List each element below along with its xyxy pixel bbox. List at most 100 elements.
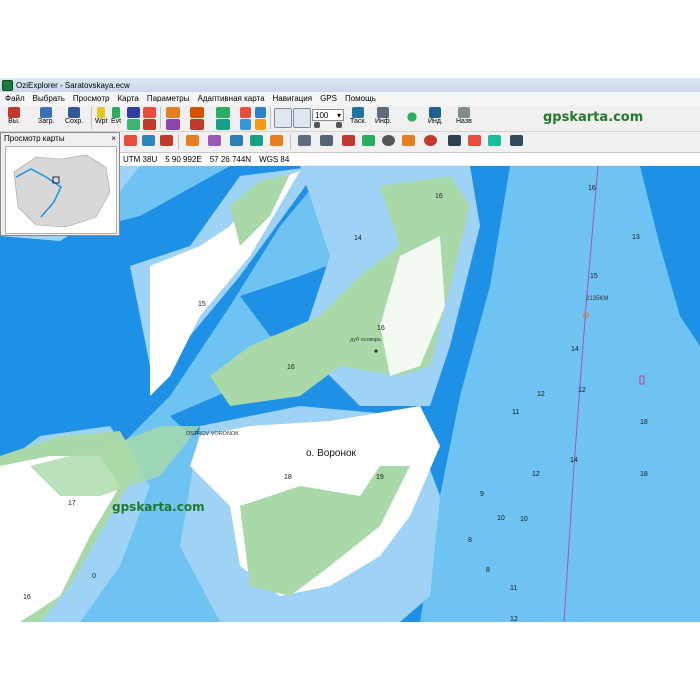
toolbar-separator xyxy=(160,107,161,129)
track-control-icon[interactable] xyxy=(143,107,156,118)
menu-settings[interactable]: Параметры xyxy=(142,94,193,103)
save-button[interactable]: Сохр. xyxy=(65,105,83,125)
pan-tool-icon[interactable] xyxy=(293,108,311,128)
overview-title: Просмотр карты xyxy=(4,134,65,143)
camera-icon[interactable] xyxy=(448,135,461,146)
save-icon xyxy=(68,107,81,118)
measure-icon[interactable] xyxy=(255,119,266,130)
stop-icon[interactable] xyxy=(143,119,156,130)
waypoint-button[interactable]: Wpt xyxy=(95,105,107,125)
screen-icon[interactable] xyxy=(510,135,523,146)
depth-label: 16 xyxy=(588,185,596,192)
event-button[interactable]: Evt xyxy=(111,105,121,125)
depth-label: 10 xyxy=(520,516,528,523)
depth-label: 12 xyxy=(510,616,518,622)
main-toolbar: Вы. Загр. Сохр. Wpt Evt 100 ▾ Таск. Инф.… xyxy=(0,105,700,132)
zoom-level-value: 100 xyxy=(315,110,329,120)
depth-label: 16 xyxy=(377,325,385,332)
zoom-full-icon[interactable] xyxy=(142,135,155,146)
map-list-icon[interactable] xyxy=(208,135,221,146)
depth-label: 0 xyxy=(92,573,96,580)
ozi-explorer-window: OziExplorer - Saratovskaya.ecw Файл Выбр… xyxy=(0,78,700,622)
depth-label: 15 xyxy=(590,273,598,280)
zoom-100-icon[interactable] xyxy=(160,135,173,146)
tasks-label: Таск. xyxy=(350,118,367,125)
chevron-down-icon: ▾ xyxy=(336,110,341,120)
depth-label: 16 xyxy=(287,364,295,371)
move-map-icon[interactable] xyxy=(401,107,423,127)
depth-label: 16 xyxy=(23,594,31,601)
track-edit-icon[interactable] xyxy=(216,107,230,118)
map-watermark: gpskarta.com xyxy=(112,500,205,514)
indicator-icon xyxy=(429,107,442,118)
route-edit-icon[interactable] xyxy=(190,107,204,118)
waypoint-label: Wpt xyxy=(95,118,108,125)
gps-stop-icon[interactable] xyxy=(424,135,437,146)
map-link-icon[interactable] xyxy=(250,135,263,146)
indicator-button[interactable]: Инд. xyxy=(428,105,443,125)
menu-select[interactable]: Выбрать xyxy=(28,94,68,103)
menu-view[interactable]: Просмотр xyxy=(68,94,113,103)
grid-icon[interactable] xyxy=(255,107,266,118)
depth-label: 19 xyxy=(376,474,384,481)
track-icon[interactable] xyxy=(127,107,140,118)
depth-label: 18 xyxy=(640,471,648,478)
tasks-button[interactable]: Таск. xyxy=(350,105,366,125)
menu-gps[interactable]: GPS xyxy=(315,94,340,103)
name-mode-icon[interactable] xyxy=(342,135,355,146)
menu-help[interactable]: Помощь xyxy=(340,94,379,103)
window-title: OziExplorer - Saratovskaya.ecw xyxy=(16,80,130,90)
profile-chart-icon[interactable] xyxy=(468,135,481,146)
depth-label: 14 xyxy=(354,235,362,242)
load-button[interactable]: Загр. xyxy=(38,105,55,125)
info-button[interactable]: Инф. xyxy=(375,105,392,125)
name-search-button[interactable]: Назв xyxy=(456,105,472,125)
compass-icon[interactable] xyxy=(186,135,199,146)
map-find-icon[interactable] xyxy=(230,135,243,146)
polyline-icon[interactable] xyxy=(166,107,180,118)
pen-icon[interactable] xyxy=(362,135,375,146)
map-feature-icon[interactable] xyxy=(240,119,251,130)
exit-label: Вы. xyxy=(8,118,20,125)
zoom-out-icon[interactable] xyxy=(336,122,342,128)
load-icon xyxy=(40,107,53,118)
route-icon[interactable] xyxy=(127,119,140,130)
menu-map[interactable]: Карта xyxy=(112,94,141,103)
depth-label: 16 xyxy=(435,193,443,200)
pin-icon[interactable] xyxy=(488,135,501,146)
route-delete-icon[interactable] xyxy=(190,119,204,130)
map-neighbour-icon[interactable] xyxy=(270,135,283,146)
region-shape xyxy=(13,154,111,228)
exit-button[interactable]: Вы. xyxy=(8,105,20,125)
layer-icon[interactable] xyxy=(124,135,137,146)
tree-label: дуб осокорь xyxy=(350,337,381,343)
toolbar-separator xyxy=(270,107,271,129)
app-icon xyxy=(2,79,13,91)
menu-file[interactable]: Файл xyxy=(0,94,28,103)
datum-value: WGS 84 xyxy=(259,154,290,164)
crosshair-icon[interactable] xyxy=(382,135,395,146)
moving-map-icon[interactable] xyxy=(402,135,415,146)
event-label: Evt xyxy=(111,118,122,125)
close-icon[interactable]: × xyxy=(111,134,116,143)
indicator-label: Инд. xyxy=(428,118,443,125)
depth-label: 12 xyxy=(537,391,545,398)
zoom-level-select[interactable]: 100 ▾ xyxy=(312,109,344,121)
point-icon[interactable] xyxy=(240,107,251,118)
zoom-in-icon[interactable] xyxy=(314,122,320,128)
toolbar-separator xyxy=(290,134,291,150)
island-name-label: о. Воронок xyxy=(306,448,357,459)
overview-map[interactable] xyxy=(5,146,117,234)
event-icon xyxy=(112,107,121,118)
zoom-tool-icon[interactable] xyxy=(274,108,292,128)
distance-icon[interactable] xyxy=(166,119,180,130)
river-km-label: 2135KM xyxy=(586,296,608,302)
map-export-icon[interactable] xyxy=(320,135,333,146)
depth-label: 8 xyxy=(468,537,472,544)
menu-navigation[interactable]: Навигация xyxy=(268,94,316,103)
map-print-icon[interactable] xyxy=(298,135,311,146)
waypoint-icon xyxy=(97,107,106,118)
track-delete-icon[interactable] xyxy=(216,119,230,130)
menu-adaptive-map[interactable]: Адаптивная карта xyxy=(193,94,268,103)
depth-label: 18 xyxy=(284,474,292,481)
